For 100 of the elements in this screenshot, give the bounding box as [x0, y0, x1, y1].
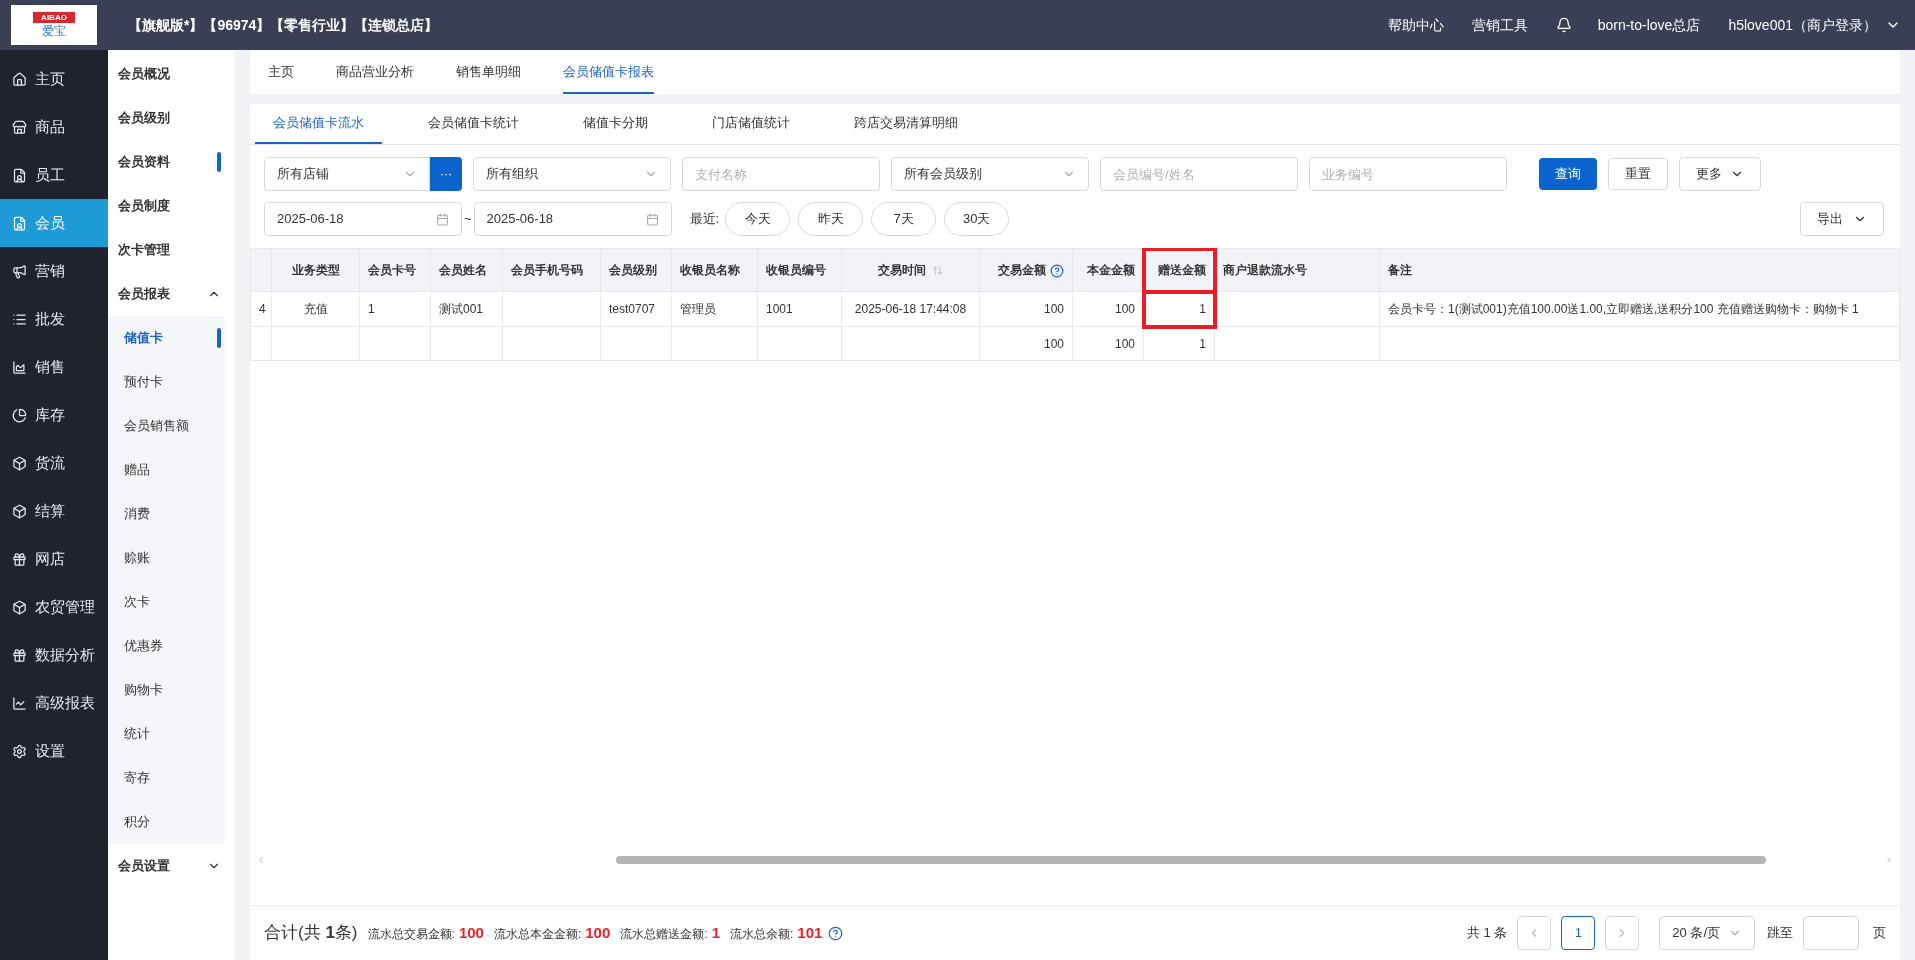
submenu-item[interactable]: 会员资料	[108, 140, 235, 184]
document-icon	[12, 167, 27, 183]
header-link[interactable]: 帮助中心	[1387, 14, 1444, 36]
submenu-item[interactable]: 会员制度	[108, 184, 235, 228]
user-name[interactable]: h5love001（商户登录）	[1728, 14, 1877, 36]
column-header: 收银员名称	[671, 248, 758, 292]
sort-icon[interactable]	[932, 265, 943, 277]
report-tab[interactable]: 会员储值卡流水	[255, 104, 382, 144]
column-header: 会员卡号	[359, 248, 431, 292]
summary-value: 100	[458, 922, 484, 943]
report-tab[interactable]: 门店储值统计	[694, 104, 808, 144]
nav-label: 商品	[35, 116, 65, 137]
summary-title: 合计(共 1条)	[264, 922, 358, 945]
submenu-item[interactable]: 会员设置	[108, 844, 235, 888]
submenu-child[interactable]: 积分	[108, 800, 225, 844]
logo[interactable]: AIBAO 爱宝	[11, 5, 97, 45]
store-name[interactable]: born-to-love总店	[1597, 14, 1701, 36]
filter-select[interactable]: 所有会员级别	[891, 157, 1089, 191]
page-tab[interactable]: 销售单明细	[456, 52, 521, 94]
submenu-child[interactable]: 优惠券	[108, 624, 225, 668]
chart-icon	[12, 359, 27, 375]
nav-label: 员工	[35, 164, 65, 185]
nav-item[interactable]: 农贸管理	[0, 583, 108, 631]
submenu-child[interactable]: 消费	[108, 492, 225, 536]
nav-item[interactable]: 数据分析	[0, 631, 108, 679]
page-button[interactable]: 1	[1561, 916, 1596, 950]
nav-item[interactable]: 商品	[0, 103, 108, 151]
settings-icon	[12, 743, 27, 759]
nav-item[interactable]: 批发	[0, 295, 108, 343]
more-stores-button[interactable]: ···	[430, 157, 462, 191]
gift-icon	[12, 647, 27, 663]
date-field[interactable]: 2025-06-18	[473, 202, 672, 236]
nav-item[interactable]: 结算	[0, 487, 108, 535]
submenu-child[interactable]: 储值卡	[108, 316, 225, 360]
nav-item[interactable]: 主页	[0, 55, 108, 103]
jump-label: 跳至	[1767, 924, 1793, 943]
submenu-child[interactable]: 寄存	[108, 756, 225, 800]
page-tab[interactable]: 商品营业分析	[336, 52, 414, 94]
nav-item[interactable]: 营销	[0, 247, 108, 295]
page-size-select[interactable]: 20 条/页	[1659, 916, 1755, 950]
submenu-child[interactable]: 预付卡	[108, 360, 225, 404]
nav-item[interactable]: 货流	[0, 439, 108, 487]
filter-select[interactable]: 所有店铺	[264, 157, 430, 191]
reset-button[interactable]: 重置	[1608, 158, 1668, 190]
report-tab[interactable]: 跨店交易清算明细	[836, 104, 976, 144]
filter-input[interactable]: 会员编号/姓名	[1100, 157, 1298, 191]
date-field[interactable]: 2025-06-18	[264, 202, 462, 236]
nav-item[interactable]: 高级报表	[0, 679, 108, 727]
nav-item[interactable]: 设置	[0, 727, 108, 775]
submenu-child[interactable]: 赊账	[108, 536, 225, 580]
scroll-left-icon[interactable]	[256, 855, 266, 865]
nav-item[interactable]: 员工	[0, 151, 108, 199]
export-button[interactable]: 导出	[1800, 202, 1884, 236]
column-header: 本金金额	[1072, 248, 1144, 292]
next-page-button[interactable]	[1605, 916, 1640, 950]
notification-icon[interactable]	[1555, 17, 1572, 33]
submenu-child[interactable]: 会员销售额	[108, 404, 225, 448]
scroll-right-icon[interactable]	[1884, 855, 1894, 865]
nav-label: 营销	[35, 260, 65, 281]
submenu-item[interactable]: 会员级别	[108, 96, 235, 140]
report-tab[interactable]: 储值卡分期	[565, 104, 666, 144]
submenu-child[interactable]: 赠品	[108, 448, 225, 492]
horizontal-scrollbar[interactable]	[616, 856, 1766, 864]
submenu-child[interactable]: 统计	[108, 712, 225, 756]
nav-item[interactable]: 库存	[0, 391, 108, 439]
filter-input[interactable]: 业务编号	[1309, 157, 1507, 191]
page-tab[interactable]: 主页	[268, 52, 294, 94]
nav-label: 会员	[35, 212, 65, 233]
summary-label: 流水总余额:	[729, 925, 794, 943]
column-header: 会员手机号码	[502, 248, 601, 292]
report-tab[interactable]: 会员储值卡统计	[410, 104, 537, 144]
page-input[interactable]	[1803, 916, 1859, 950]
submenu-item[interactable]: 次卡管理	[108, 228, 235, 272]
document-icon	[12, 215, 27, 231]
cube-icon	[12, 599, 27, 615]
table-cell: 会员卡号：1(测试001)充值100.00送1.00,立即赠送,送积分100 充值赠送购物卡：购物卡 1	[1379, 291, 1900, 327]
filter-select[interactable]: 所有组织	[473, 157, 671, 191]
cube-icon	[12, 455, 27, 471]
nav-label: 销售	[35, 356, 65, 377]
total-cell: 100	[979, 326, 1073, 361]
submenu-item[interactable]: 会员概况	[108, 52, 235, 96]
nav-item[interactable]: 网店	[0, 535, 108, 583]
megaphone-icon	[12, 263, 27, 279]
submenu-child[interactable]: 购物卡	[108, 668, 225, 712]
previous-page-button[interactable]	[1517, 916, 1552, 950]
submenu-child[interactable]: 次卡	[108, 580, 225, 624]
query-button[interactable]: 查询	[1539, 158, 1597, 190]
nav-label: 结算	[35, 500, 65, 521]
header-link[interactable]: 营销工具	[1471, 14, 1528, 36]
page-unit: 页	[1873, 924, 1886, 943]
help-icon[interactable]	[828, 925, 844, 941]
submenu-item[interactable]: 会员报表	[108, 272, 235, 316]
line-chart-icon	[12, 695, 27, 711]
filter-input[interactable]: 支付名称	[682, 157, 880, 191]
table-cell: 管理员	[671, 291, 758, 327]
page-tab[interactable]: 会员储值卡报表	[563, 52, 654, 94]
nav-item[interactable]: 销售	[0, 343, 108, 391]
column-header: 商户退款流水号	[1214, 248, 1380, 292]
more-button[interactable]: 更多	[1679, 157, 1761, 191]
help-icon[interactable]	[1050, 263, 1064, 278]
